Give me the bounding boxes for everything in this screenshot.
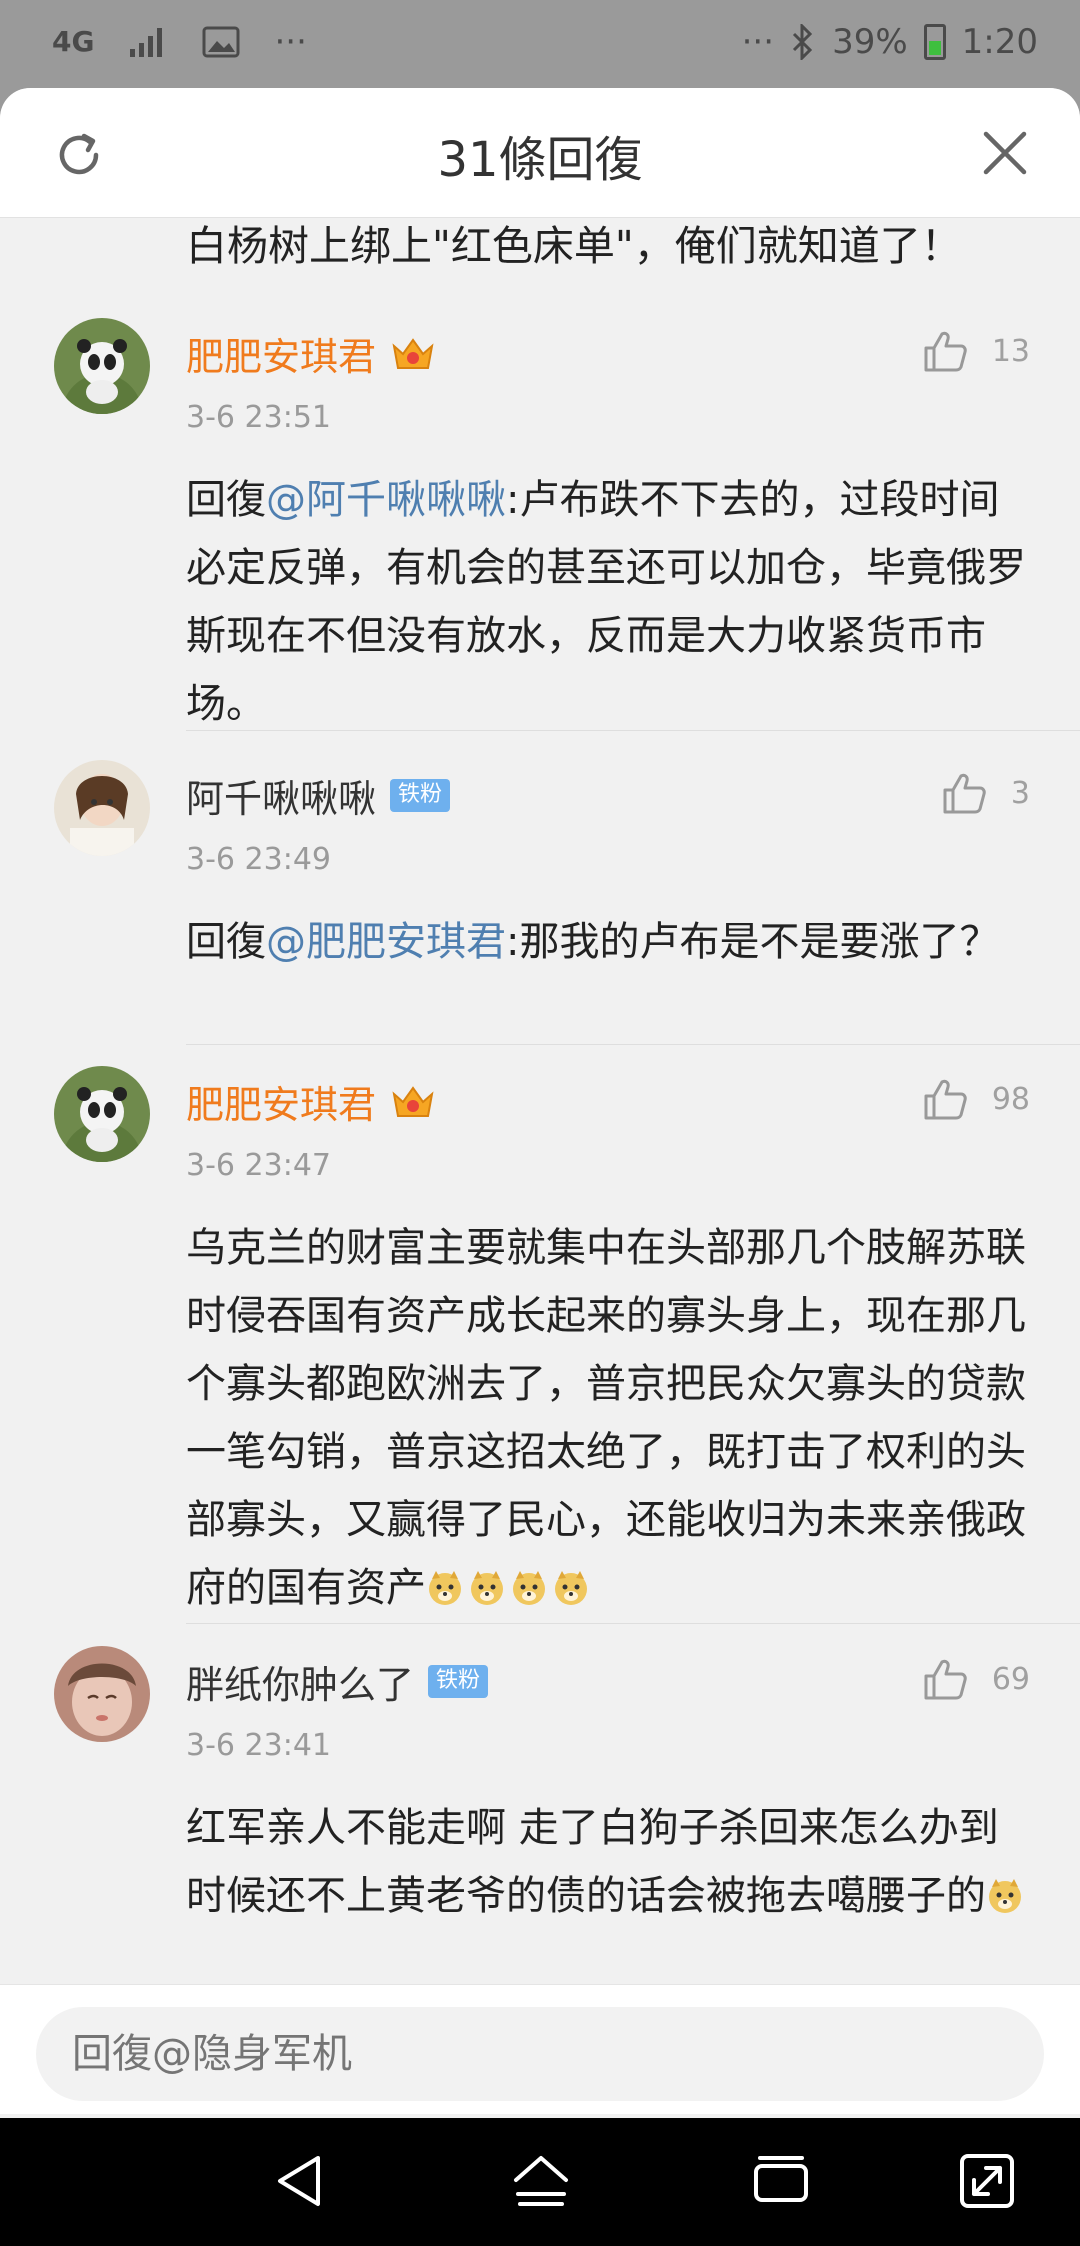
expand-icon[interactable]	[952, 2146, 1022, 2216]
comment-time: 3-6 23:47	[186, 1148, 331, 1183]
like-count: 3	[1010, 775, 1030, 811]
recent-apps-icon[interactable]	[746, 2146, 816, 2216]
like-button[interactable]: 69	[920, 1654, 1030, 1704]
username[interactable]: 阿千啾啾啾 铁粉	[186, 768, 451, 823]
divider	[186, 730, 1080, 731]
doge-emoji-icon	[513, 1571, 545, 1605]
sheet-header: 31條回復	[0, 88, 1080, 218]
battery-icon	[923, 24, 946, 60]
back-icon[interactable]	[266, 2146, 336, 2216]
avatar[interactable]	[54, 760, 150, 856]
comment-item: 肥肥安琪君 3-6 23:51 13 回復@阿千啾啾啾:卢布跌不下去的，过段时间…	[0, 318, 1080, 731]
avatar[interactable]	[54, 1646, 150, 1742]
username[interactable]: 肥肥安琪君	[186, 326, 436, 381]
network-type: 4G	[52, 25, 95, 58]
more-notifications: ···	[274, 22, 307, 62]
close-icon[interactable]	[980, 128, 1030, 178]
doge-emoji-icon	[555, 1571, 587, 1605]
thumbs-up-icon	[924, 1659, 967, 1700]
mention-link[interactable]: @肥肥安琪君	[266, 919, 506, 965]
signal-icon	[130, 28, 163, 57]
username[interactable]: 胖纸你肿么了 铁粉	[186, 1654, 489, 1709]
comment-text: 乌克兰的财富主要就集中在头部那几个肢解苏联时侵吞国有资产成长起来的寡头身上，现在…	[186, 1225, 1026, 1611]
comment-item: 阿千啾啾啾 铁粉 3-6 23:49 3 回復@肥肥安琪君:那我的卢布是不是要涨…	[0, 760, 1080, 1045]
divider	[186, 1623, 1080, 1624]
avatar[interactable]	[54, 1066, 150, 1162]
partial-comment-text: 白杨树上绑上"红色床单"，俺们就知道了！	[186, 222, 962, 270]
battery-percent: 39%	[832, 22, 908, 62]
replies-sheet: 31條回復 白杨树上绑上"红色床单"，俺们就知道了！ 肥肥安琪君 3-6 23:…	[0, 88, 1080, 2118]
vip-crown-icon	[392, 1085, 434, 1117]
comment-list: 白杨树上绑上"红色床单"，俺们就知道了！ 肥肥安琪君 3-6 23:51 13 …	[0, 218, 1080, 2072]
reply-bar	[0, 1984, 1080, 2114]
like-button[interactable]: 13	[920, 326, 1030, 376]
navigation-bar	[0, 2118, 1080, 2246]
home-icon[interactable]	[506, 2146, 576, 2216]
comment-time: 3-6 23:49	[186, 842, 331, 877]
thumbs-up-icon	[924, 1079, 967, 1120]
like-button[interactable]: 3	[939, 768, 1030, 818]
avatar[interactable]	[54, 318, 150, 414]
more-status: ···	[741, 22, 775, 62]
comment-item: 肥肥安琪君 3-6 23:47 98 乌克兰的财富主要就集中在头部那几个肢解苏联…	[0, 1066, 1080, 1624]
comment-text: 回復@肥肥安琪君:那我的卢布是不是要涨了？	[186, 919, 1000, 965]
like-button[interactable]: 98	[920, 1074, 1030, 1124]
comment-time: 3-6 23:51	[186, 400, 331, 435]
fan-badge: 铁粉	[390, 779, 451, 812]
gallery-icon	[202, 26, 240, 58]
comment-time: 3-6 23:41	[186, 1728, 331, 1763]
status-bar: 4G ··· ··· 39% 1:20	[0, 0, 1080, 90]
doge-emoji-icon	[989, 1879, 1021, 1913]
like-count: 98	[991, 1081, 1030, 1117]
clock: 1:20	[961, 22, 1038, 62]
doge-emoji-icon	[429, 1571, 461, 1605]
like-count: 13	[991, 333, 1030, 369]
vip-crown-icon	[392, 337, 434, 369]
username[interactable]: 肥肥安琪君	[186, 1074, 436, 1129]
comment-text: 红军亲人不能走啊 走了白狗子杀回来怎么办到时候还不上黄老爷的债的话会被拖去噶腰子…	[186, 1794, 1030, 1930]
like-count: 69	[991, 1661, 1030, 1697]
sheet-title: 31條回復	[437, 132, 643, 188]
thumbs-up-icon	[924, 331, 967, 372]
fan-badge: 铁粉	[428, 1665, 489, 1698]
divider	[186, 1044, 1080, 1045]
bluetooth-icon	[793, 24, 813, 60]
reply-input[interactable]	[36, 2007, 1044, 2101]
mention-link[interactable]: @阿千啾啾啾	[266, 477, 506, 523]
doge-emoji-icon	[471, 1571, 503, 1605]
thumbs-up-icon	[943, 773, 986, 814]
comment-text: 回復@阿千啾啾啾:卢布跌不下去的，过段时间必定反弹，有机会的甚至还可以加仓，毕竟…	[186, 477, 1026, 727]
